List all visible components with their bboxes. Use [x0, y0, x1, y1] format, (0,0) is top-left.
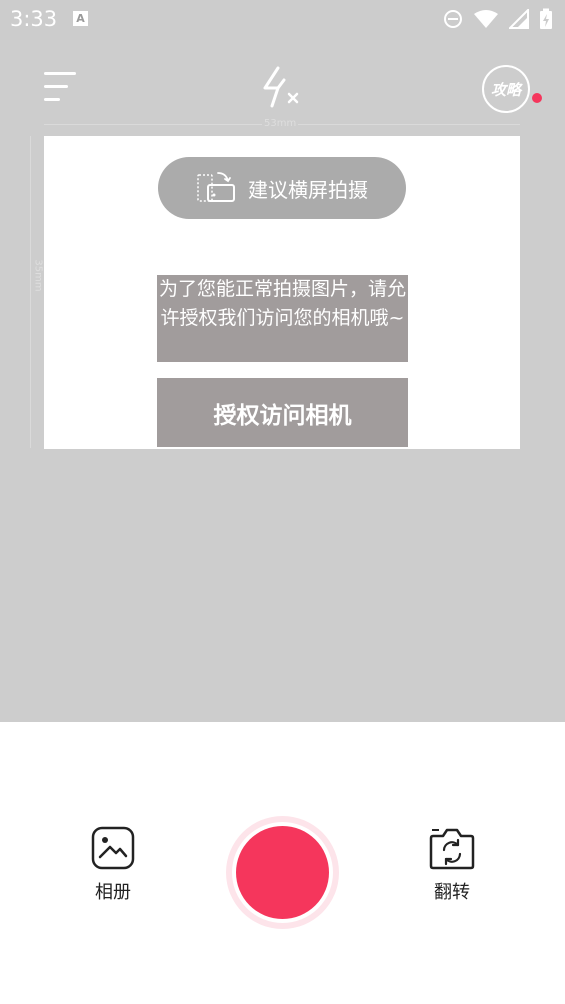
grant-camera-button[interactable]: 授权访问相机 — [157, 378, 408, 447]
flip-camera-button[interactable]: 翻转 — [426, 826, 478, 904]
menu-icon[interactable] — [42, 70, 78, 104]
status-bar: 3:33 A — [0, 0, 565, 40]
wifi-icon — [474, 10, 498, 28]
album-button[interactable]: 相册 — [88, 826, 138, 904]
landscape-hint-text: 建议横屏拍摄 — [248, 177, 368, 202]
flip-label: 翻转 — [434, 882, 470, 903]
notification-a-icon: A — [73, 11, 88, 26]
ruler-width-label: 53mm — [262, 118, 299, 129]
shutter-core — [236, 826, 329, 919]
album-label: 相册 — [95, 882, 131, 903]
camera-preview-frame: 建议横屏拍摄 为了您能正常拍摄图片，请允许授权我们访问您的相机哦~ 授权访问相机 — [44, 136, 520, 449]
landscape-hint: 建议横屏拍摄 — [158, 157, 406, 219]
signal-icon — [509, 9, 529, 29]
ruler-height-label: 35mm — [32, 259, 44, 292]
guide-notification-dot — [532, 93, 542, 103]
do-not-disturb-icon — [444, 10, 462, 28]
shutter-ring — [232, 822, 333, 923]
battery-charging-icon — [540, 8, 552, 29]
status-icons — [443, 8, 553, 30]
guide-label: 攻略 — [490, 80, 521, 99]
shutter-button[interactable] — [226, 816, 339, 929]
flip-camera-icon — [429, 828, 475, 870]
ruler-height-line — [30, 136, 31, 448]
status-time: 3:33 — [10, 7, 58, 31]
flash-off-icon[interactable] — [258, 66, 306, 110]
grant-camera-label: 授权访问相机 — [213, 402, 352, 429]
guide-button[interactable]: 攻略 — [482, 65, 530, 113]
camera-controls-panel: 相册 翻转 — [0, 722, 565, 1004]
permission-message: 为了您能正常拍摄图片，请允许授权我们访问您的相机哦~ — [157, 275, 408, 362]
album-icon — [91, 826, 135, 870]
rotate-landscape-icon — [197, 172, 235, 202]
